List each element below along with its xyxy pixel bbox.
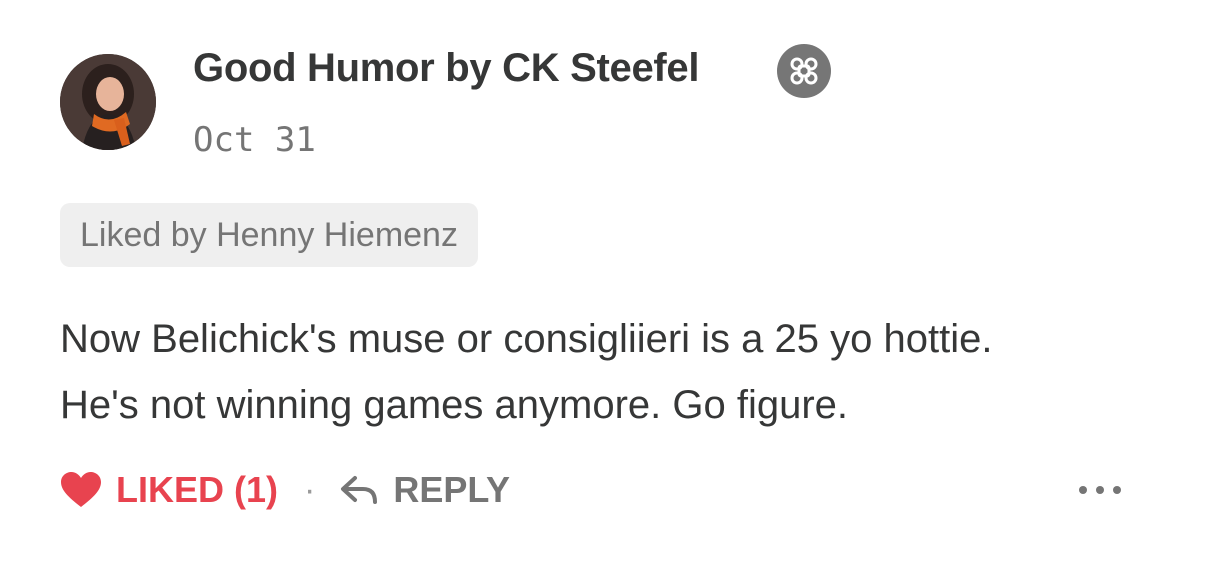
- comment-body-line: Now Belichick's muse or consigliieri is …: [60, 317, 993, 361]
- more-horizontal-icon: [1079, 486, 1121, 494]
- like-label: LIKED (1): [116, 469, 278, 510]
- comment-actions: LIKED (1) · REPLY: [60, 464, 510, 516]
- action-separator: ·: [304, 470, 316, 509]
- author-avatar[interactable]: [60, 54, 156, 150]
- like-button[interactable]: LIKED (1): [60, 469, 278, 511]
- comment-card: Good Humor by CK Steefel Oct 31 Liked by…: [0, 0, 1206, 562]
- author-name[interactable]: Good Humor by CK Steefel: [193, 46, 699, 91]
- heart-icon: [61, 472, 101, 507]
- subscriber-badge: [777, 44, 831, 98]
- more-options-button[interactable]: [1072, 472, 1128, 508]
- comment-body-line: He's not winning games anymore. Go figur…: [60, 383, 849, 427]
- reply-arrow-icon: [341, 476, 378, 504]
- comment-body: Now Belichick's muse or consigliieri is …: [60, 306, 1160, 438]
- liked-by-pill: Liked by Henny Hiemenz: [60, 203, 478, 267]
- comment-date[interactable]: Oct 31: [193, 120, 316, 160]
- avatar-image: [60, 54, 156, 150]
- reply-label: REPLY: [393, 469, 511, 510]
- subscriber-flower-icon: [790, 57, 818, 85]
- reply-button[interactable]: REPLY: [339, 469, 510, 511]
